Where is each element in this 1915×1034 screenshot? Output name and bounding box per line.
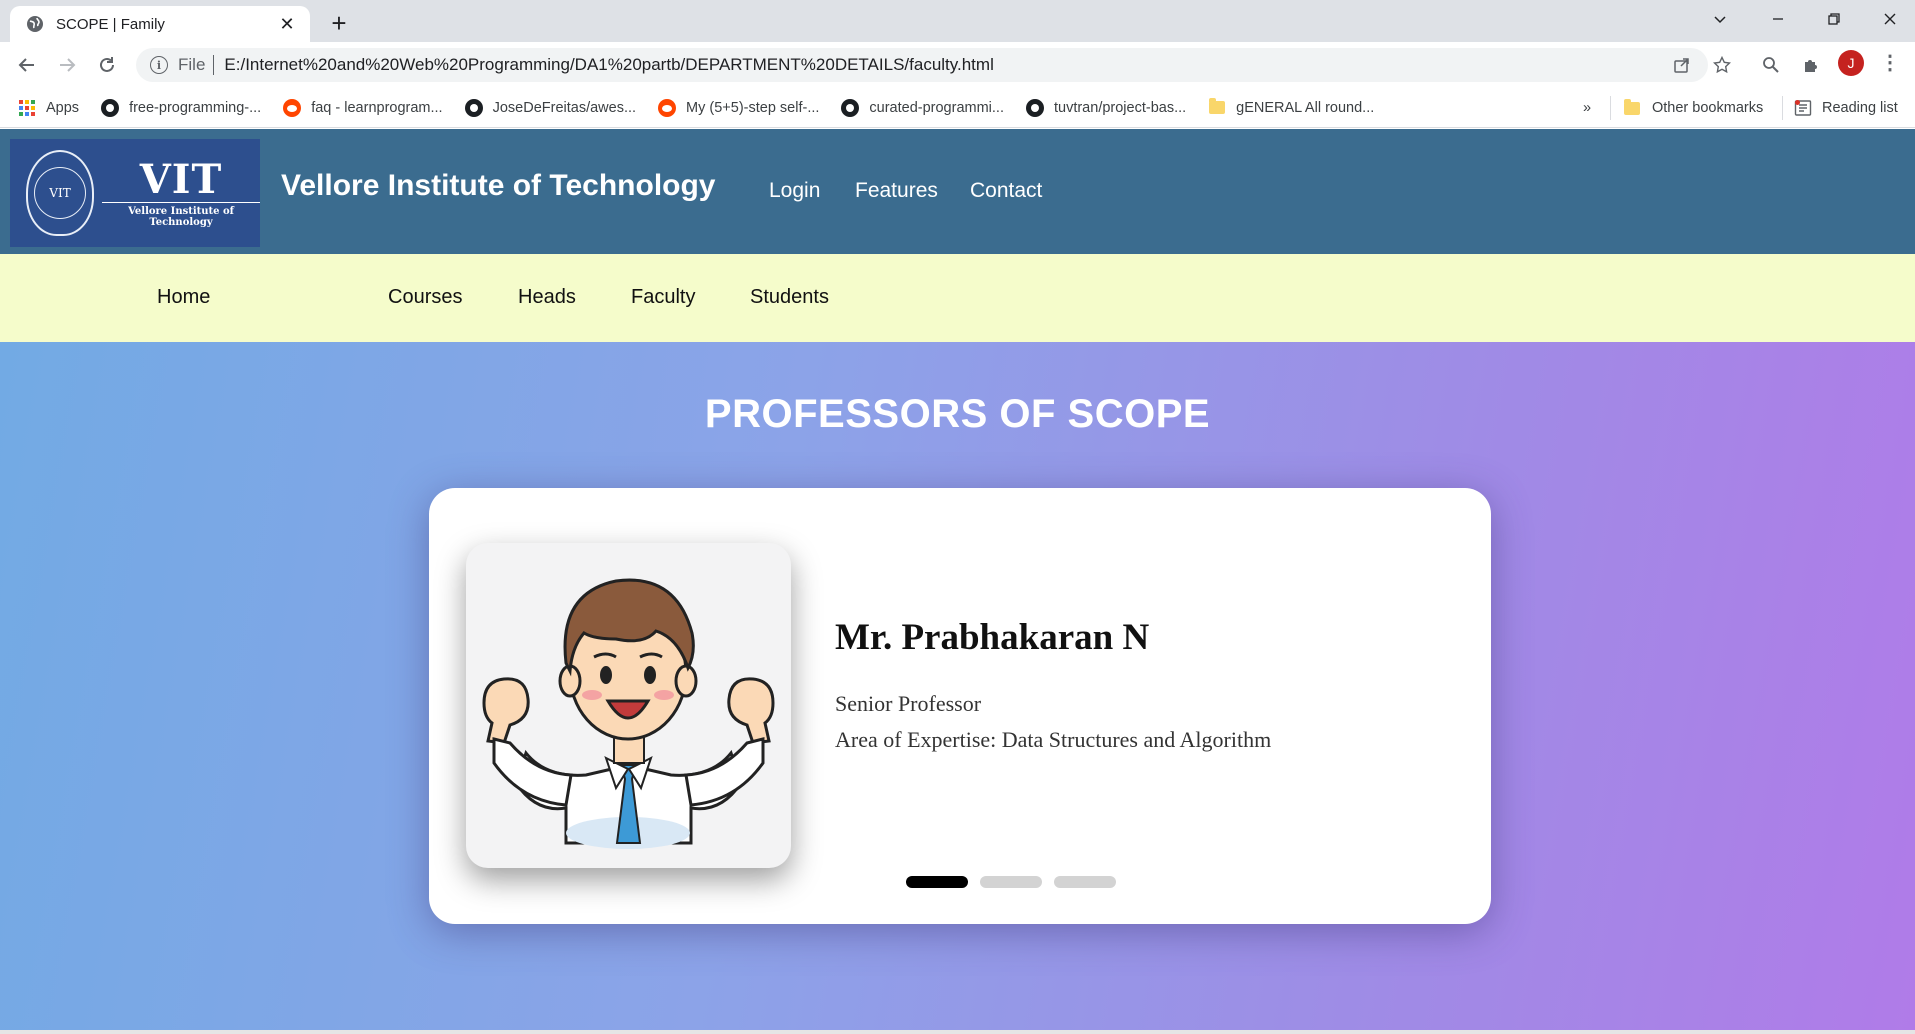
folder-icon (1208, 98, 1226, 117)
bookmark-item[interactable]: curated-programmi... (841, 98, 1004, 117)
other-bookmarks-label: Other bookmarks (1652, 100, 1764, 116)
vit-seal-icon: VIT (26, 150, 95, 236)
globe-icon (26, 15, 44, 33)
subnav-heads[interactable]: Heads (518, 286, 576, 309)
browser-toolbar: i File E:/Internet%20and%20Web%20Program… (0, 42, 1915, 88)
bookmark-item[interactable]: JoseDeFreitas/awes... (464, 98, 637, 117)
reload-button[interactable] (92, 50, 122, 80)
github-icon (464, 98, 483, 117)
bookmark-folder[interactable]: gENERAL All round... (1208, 98, 1375, 117)
subnav-courses[interactable]: Courses (388, 286, 462, 309)
folder-icon (1624, 98, 1642, 115)
nav-features[interactable]: Features (855, 179, 938, 203)
carousel-indicators (906, 876, 1116, 888)
site-title: Vellore Institute of Technology (281, 169, 716, 202)
restore-button[interactable] (1806, 0, 1862, 38)
subnav-students[interactable]: Students (750, 286, 829, 309)
bookmarks-divider (1610, 96, 1611, 120)
reddit-icon (658, 98, 677, 117)
share-icon[interactable] (1667, 50, 1697, 80)
bookmark-star-icon[interactable] (1707, 50, 1737, 80)
bookmark-label: curated-programmi... (869, 99, 1004, 116)
bookmark-item[interactable]: My (5+5)-step self-... (658, 98, 820, 117)
browser-tab[interactable]: SCOPE | Family ✕ (10, 6, 310, 42)
reading-list-icon (1794, 99, 1812, 117)
carousel-dot-3[interactable] (1054, 876, 1116, 888)
bookmark-label: JoseDeFreitas/awes... (492, 99, 637, 116)
subnav-faculty[interactable]: Faculty (631, 286, 695, 309)
faculty-section: PROFESSORS OF SCOPE Mr. Prabhakaran N Se… (0, 342, 1915, 1034)
vit-logo[interactable]: VIT VIT Vellore Institute of Technology (10, 139, 260, 247)
bookmark-label: tuvtran/project-bas... (1053, 99, 1187, 116)
url-scheme-label: File (178, 55, 206, 74)
browser-tab-strip: SCOPE | Family ✕ + (0, 0, 1915, 42)
tab-search-icon[interactable] (1692, 0, 1748, 38)
url-separator (213, 55, 215, 75)
bookmark-item[interactable]: faq - learnprogram... (283, 98, 443, 117)
site-header: VIT VIT Vellore Institute of Technology … (0, 129, 1915, 254)
site-info-icon[interactable]: i (150, 56, 168, 74)
professor-name: Mr. Prabhakaran N (835, 617, 1150, 658)
search-icon[interactable] (1756, 50, 1786, 80)
professor-expertise: Area of Expertise: Data Structures and A… (835, 727, 1272, 752)
github-icon (1025, 98, 1044, 117)
close-window-button[interactable] (1862, 0, 1915, 38)
logo-subtitle: Vellore Institute of Technology (102, 202, 260, 228)
reddit-icon (283, 98, 302, 117)
horizontal-scrollbar[interactable] (0, 1030, 1915, 1034)
bookmark-label: faq - learnprogram... (311, 99, 443, 116)
url-text[interactable]: E:/Internet%20and%20Web%20Programming/DA… (224, 55, 993, 75)
github-icon (841, 98, 860, 117)
tab-title: SCOPE | Family (56, 15, 165, 33)
browser-menu-icon[interactable]: ⋮ (1880, 48, 1900, 78)
professor-photo (466, 543, 791, 868)
reading-list[interactable]: Reading list (1794, 88, 1898, 128)
bookmarks-divider (1782, 96, 1783, 120)
bookmark-label: My (5+5)-step self-... (686, 99, 820, 116)
nav-login[interactable]: Login (769, 179, 820, 203)
professor-card: Mr. Prabhakaran N Senior Professor Area … (429, 488, 1491, 924)
bookmark-item[interactable]: tuvtran/project-bas... (1025, 98, 1187, 117)
bookmarks-overflow-button[interactable]: » (1583, 88, 1591, 128)
professor-designation: Senior Professor (835, 691, 982, 716)
address-bar[interactable]: i File E:/Internet%20and%20Web%20Program… (136, 48, 1708, 82)
profile-avatar[interactable]: J (1838, 50, 1864, 76)
cartoon-professor-icon (482, 578, 775, 849)
carousel-dot-1[interactable] (906, 876, 968, 888)
back-button[interactable] (12, 50, 42, 80)
logo-text: VIT Vellore Institute of Technology (102, 158, 260, 228)
seal-text: VIT (34, 167, 87, 219)
carousel-dot-2[interactable] (980, 876, 1042, 888)
bookmark-label: Apps (46, 99, 80, 116)
minimize-button[interactable] (1750, 0, 1806, 38)
nav-contact[interactable]: Contact (970, 179, 1042, 203)
bookmark-label: free-programming-... (129, 99, 262, 116)
bookmark-label: gENERAL All round... (1236, 99, 1375, 116)
new-tab-button[interactable]: + (322, 6, 356, 40)
logo-wordmark: VIT (139, 156, 223, 203)
subnav-home[interactable]: Home (157, 286, 210, 309)
sub-navigation: Home Courses Heads Faculty Students (0, 254, 1915, 342)
page-heading: PROFESSORS OF SCOPE (704, 392, 1211, 436)
tab-close-icon[interactable]: ✕ (276, 14, 298, 35)
forward-button[interactable] (52, 50, 82, 80)
bookmark-apps[interactable]: Apps (18, 99, 79, 117)
apps-icon (18, 99, 36, 117)
reading-list-label: Reading list (1822, 100, 1898, 116)
other-bookmarks[interactable]: Other bookmarks (1624, 88, 1763, 128)
github-icon (101, 98, 120, 117)
extensions-icon[interactable] (1796, 50, 1826, 80)
bookmark-item[interactable]: free-programming-... (101, 98, 262, 117)
